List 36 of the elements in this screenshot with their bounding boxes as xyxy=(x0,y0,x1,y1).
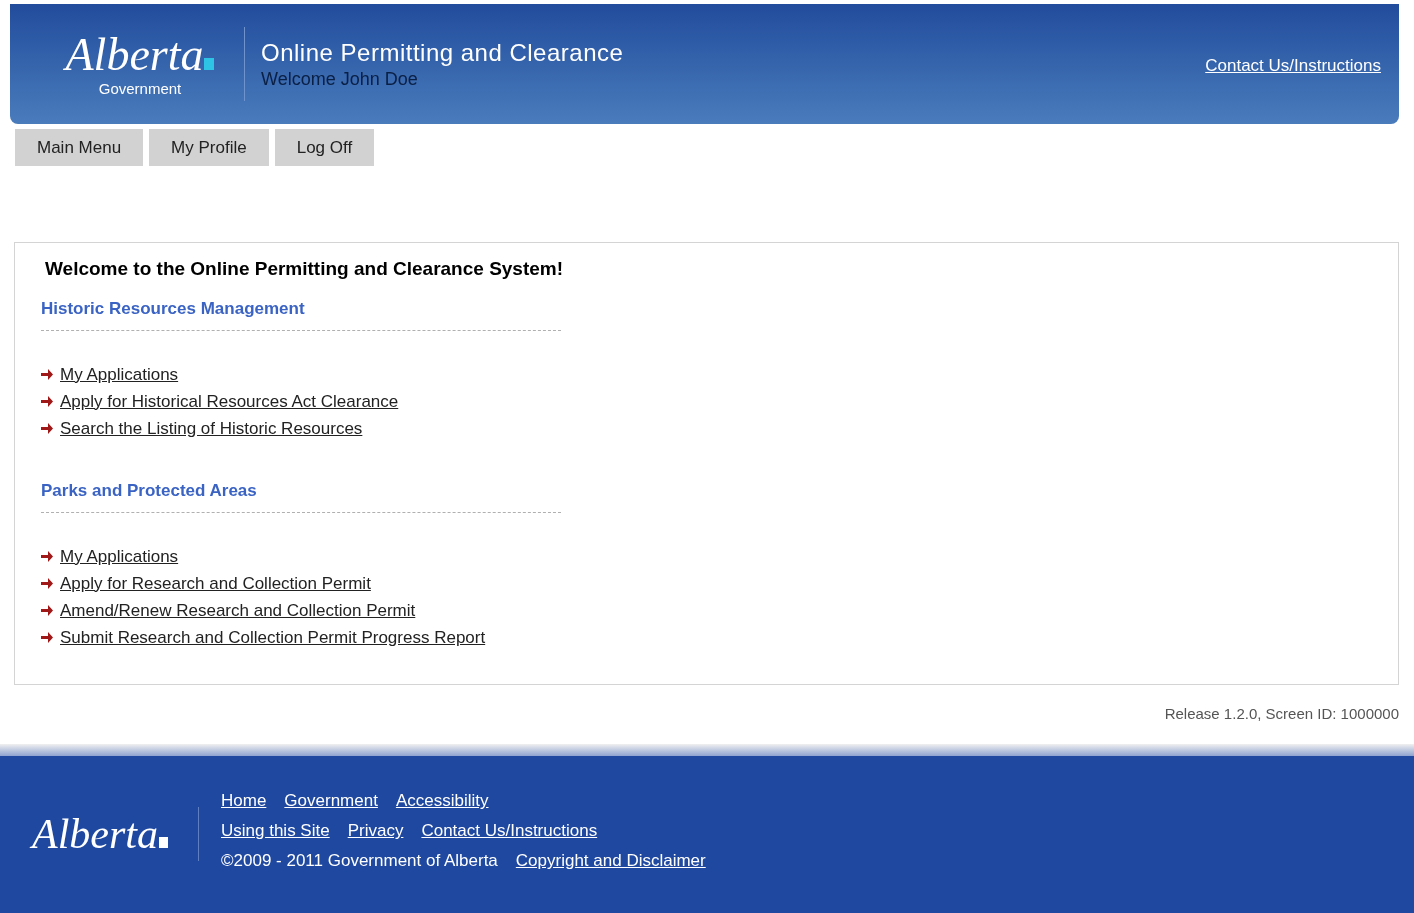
menu-link[interactable]: Search the Listing of Historic Resources xyxy=(60,416,363,440)
footer-link[interactable]: Government xyxy=(284,790,378,813)
app-title: Online Permitting and Clearance xyxy=(261,38,624,68)
footer-link[interactable]: Copyright and Disclaimer xyxy=(515,850,706,873)
section-heading: Historic Resources Management xyxy=(41,297,561,331)
logo-subtitle: Government xyxy=(98,80,182,98)
copyright-text: ©2009 - 2011 Government of Alberta xyxy=(221,850,498,873)
welcome-text: Welcome John Doe xyxy=(261,68,419,90)
arrow-icon xyxy=(41,422,53,434)
arrow-icon xyxy=(41,631,53,643)
arrow-icon xyxy=(41,550,53,562)
release-info: Release 1.2.0, Screen ID: 1000000 xyxy=(1164,704,1399,724)
welcome-heading: Welcome to the Online Permitting and Clearance System! xyxy=(44,257,565,281)
footer-link[interactable]: Privacy xyxy=(347,820,404,843)
footer-link[interactable]: Contact Us/Instructions xyxy=(421,820,598,843)
menu-link[interactable]: My Applications xyxy=(60,544,179,568)
menu-link[interactable]: Amend/Renew Research and Collection Permit xyxy=(60,598,416,622)
arrow-icon xyxy=(41,368,53,380)
nav-button[interactable]: My Profile xyxy=(149,129,269,166)
menu-link[interactable]: Submit Research and Collection Permit Progress Report xyxy=(60,625,486,649)
logo-square-icon xyxy=(204,58,215,70)
menu-link[interactable]: Apply for Historical Resources Act Clearance xyxy=(60,389,399,413)
arrow-icon xyxy=(41,604,53,616)
footer-link[interactable]: Using this Site xyxy=(221,820,330,843)
logo-square-icon xyxy=(159,837,168,849)
section-heading: Parks and Protected Areas xyxy=(41,479,561,513)
nav-button[interactable]: Main Menu xyxy=(15,129,144,166)
nav-button[interactable]: Log Off xyxy=(274,129,375,166)
arrow-icon xyxy=(41,395,53,407)
footer-link[interactable]: Home xyxy=(221,790,267,813)
logo-wordmark: Alberta xyxy=(65,30,204,80)
menu-link[interactable]: Apply for Research and Collection Permit xyxy=(60,571,371,595)
menu-link[interactable]: My Applications xyxy=(60,362,179,386)
contact-link[interactable]: Contact Us/Instructions xyxy=(1205,53,1381,79)
arrow-icon xyxy=(41,577,53,589)
footer-link[interactable]: Accessibility xyxy=(395,790,489,813)
